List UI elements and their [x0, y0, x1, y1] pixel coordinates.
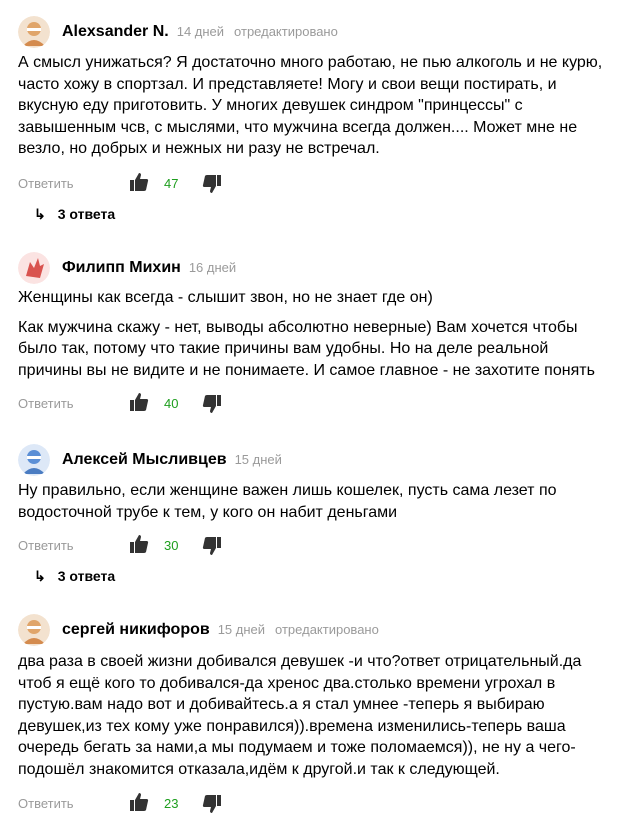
author-name[interactable]: Алексей Мысливцев [62, 451, 227, 468]
comment-paragraph: два раза в своей жизни добивался девушек… [18, 653, 582, 778]
comment-time: 16 дней [188, 260, 237, 275]
author-name[interactable]: Alexsander N. [62, 23, 169, 40]
thumbs-up-icon[interactable] [129, 534, 149, 559]
comment-author[interactable]: Алексей Мысливцев 15 дней [62, 451, 282, 469]
comment-actions: Ответить 30 [18, 534, 318, 558]
comment-text: Ну правильно, если женщине важен лишь ко… [18, 480, 614, 523]
comment-author[interactable]: сергей никифоров 15 дней отредактировано [62, 621, 379, 639]
avatar[interactable] [18, 16, 50, 48]
thumbs-up-icon[interactable] [129, 172, 149, 197]
likes-count: 47 [164, 176, 179, 191]
author-name[interactable]: сергей никифоров [62, 621, 210, 638]
answers-count: 3 ответа [57, 206, 116, 222]
thumbs-down-icon[interactable] [202, 794, 222, 819]
thumbs-down-icon[interactable] [202, 174, 222, 199]
comment-time: 15 дней [217, 622, 266, 637]
likes-count: 23 [164, 796, 179, 811]
comment-paragraph: Как мужчина скажу - нет, выводы абсолютн… [18, 318, 595, 379]
thumbs-down-icon[interactable] [202, 394, 222, 419]
comment-text: А смысл унижаться? Я достаточно много ра… [18, 52, 614, 160]
edited-label: отредактировано [234, 24, 338, 39]
answers-count: 3 ответа [57, 568, 116, 584]
reply-button[interactable]: Ответить [18, 796, 74, 811]
comment-paragraph: А смысл унижаться? Я достаточно много ра… [18, 54, 603, 157]
reply-button[interactable]: Ответить [18, 176, 74, 191]
reply-button[interactable]: Ответить [18, 396, 74, 411]
reply-arrow-icon: ↳ [34, 568, 46, 584]
reply-button[interactable]: Ответить [18, 538, 74, 553]
show-answers-button[interactable]: ↳ 3 ответа [34, 206, 115, 223]
comment-text: два раза в своей жизни добивался девушек… [18, 651, 614, 780]
comment-time: 14 дней [176, 24, 225, 39]
thumbs-up-icon[interactable] [129, 792, 149, 817]
likes-count: 40 [164, 396, 179, 411]
reply-arrow-icon: ↳ [34, 206, 46, 222]
comment-paragraph: Ну правильно, если женщине важен лишь ко… [18, 482, 557, 521]
comment-actions: Ответить 40 [18, 392, 318, 416]
avatar[interactable] [18, 252, 50, 284]
comment-paragraph: Женщины как всегда - слышит звон, но не … [18, 289, 433, 306]
likes-count: 30 [164, 538, 179, 553]
comment-author[interactable]: Alexsander N. 14 дней отредактировано [62, 23, 338, 41]
show-answers-button[interactable]: ↳ 3 ответа [34, 568, 115, 585]
thumbs-down-icon[interactable] [202, 536, 222, 561]
edited-label: отредактировано [275, 622, 379, 637]
avatar[interactable] [18, 614, 50, 646]
comment-text: Женщины как всегда - слышит звон, но не … [18, 287, 614, 381]
comment-actions: Ответить 47 [18, 172, 318, 196]
comment-time: 15 дней [234, 452, 282, 467]
comment-actions: Ответить 23 [18, 792, 318, 816]
avatar[interactable] [18, 444, 50, 476]
thumbs-up-icon[interactable] [129, 392, 149, 417]
author-name[interactable]: Филипп Михин [62, 259, 181, 276]
comment-author[interactable]: Филипп Михин 16 дней [62, 259, 236, 277]
